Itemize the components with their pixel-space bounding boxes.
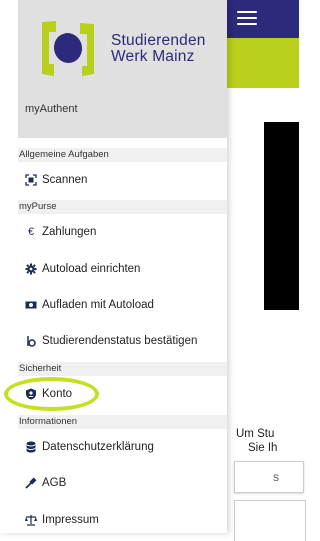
menu-item-zahlungen[interactable]: € Zahlungen [18,214,227,250]
menu-item-label: Datenschutzerklärung [42,441,154,453]
menu-item-label: Impressum [42,514,99,526]
menu-item-studierendenstatus[interactable]: Studierendenstatus bestätigen [18,323,227,359]
hamburger-menu-icon[interactable] [237,11,257,27]
menu-item-datenschutz[interactable]: Datenschutzerklärung [18,429,227,465]
scale-icon [25,514,37,526]
background-text: Um Stu Sie Ih [236,428,278,454]
section-sicherheit: Sicherheit [18,362,227,376]
navigation-drawer: Studierenden Werk Mainz myAuthent Allgem… [0,0,227,533]
menu-item-label: Studierendenstatus bestätigen [42,335,198,347]
gavel-icon [25,477,37,489]
section-informationen: Informationen [18,415,227,429]
menu-item-autoload-einrichten[interactable]: Autoload einrichten [18,251,227,287]
database-icon [25,441,37,453]
highlight-ring [4,377,99,411]
euro-icon: € [27,226,35,238]
app-green-banner [227,38,299,88]
menu-item-label: Zahlungen [42,226,97,238]
menu-item-scannen[interactable]: Scannen [18,162,227,198]
menu-item-label: Scannen [42,174,88,186]
gear-icon [25,263,37,275]
brand-name: Studierenden Werk Mainz [111,32,206,65]
background-button[interactable]: S [234,461,304,493]
menu-item-agb[interactable]: AGB [18,465,227,501]
cash-icon [25,299,37,311]
menu-item-aufladen-mit-autoload[interactable]: Aufladen mit Autoload [18,287,227,323]
studierendenwerk-logo-icon [42,21,94,76]
qr-scan-icon [25,174,37,186]
background-card [234,500,306,541]
drawer-header: Studierenden Werk Mainz myAuthent [18,0,227,138]
app-black-panel [264,122,299,310]
account-name: myAuthent [25,103,78,115]
menu-item-label: AGB [42,477,67,489]
student-icon [25,335,37,347]
menu-item-label: Aufladen mit Autoload [42,299,154,311]
section-mypurse: myPurse [18,200,227,214]
menu-item-label: Autoload einrichten [42,263,141,275]
section-general: Allgemeine Aufgaben [18,148,227,162]
